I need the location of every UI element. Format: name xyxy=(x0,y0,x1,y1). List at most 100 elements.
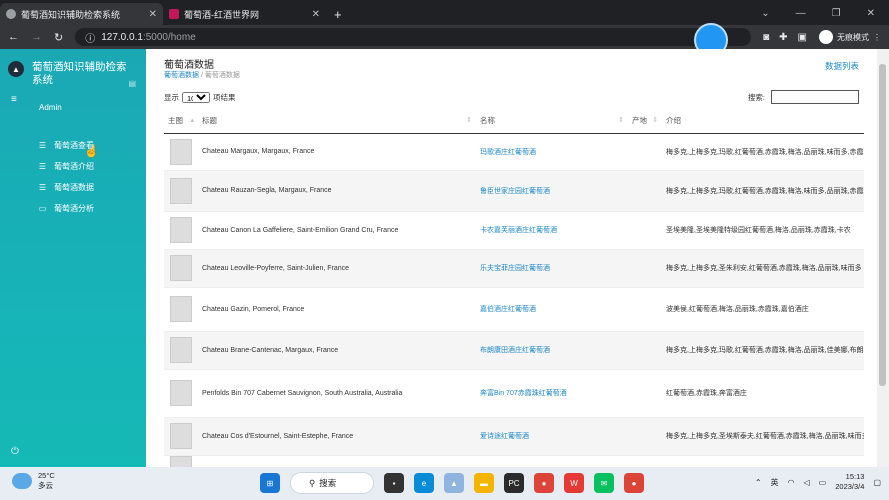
new-tab-button[interactable]: + xyxy=(334,7,342,22)
cell-intro: 圣埃美隆,圣埃美隆特级园红葡萄酒,梅洛,品丽珠,赤霞珠,卡农 xyxy=(662,211,864,250)
column-header-intro[interactable]: 介绍 xyxy=(662,109,864,134)
url-host: 127.0.0.1 xyxy=(101,31,143,43)
page-size-select[interactable]: 10 xyxy=(182,92,210,103)
table-row: Chateau Margaux, Margaux, France 玛歌酒庄红葡萄酒… xyxy=(164,133,864,171)
time: 15:13 xyxy=(845,472,865,481)
collapse-icon[interactable]: ▤ xyxy=(128,79,136,88)
cell-name-link[interactable]: 乐夫宝菲庄园红葡萄酒 xyxy=(476,249,628,288)
url-field[interactable]: ⓘ 127.0.0.1:5000/home xyxy=(75,28,752,46)
task-view-icon[interactable]: ▪ xyxy=(384,473,404,493)
browser-tab[interactable]: 葡萄酒-红酒世界网 ✕ xyxy=(163,3,326,25)
column-header-label: 介绍 xyxy=(666,116,681,126)
tab-search-icon[interactable]: ⌄ xyxy=(761,8,769,19)
chrome-incognito-icon[interactable]: ● xyxy=(624,473,644,493)
forward-icon[interactable]: → xyxy=(31,31,42,43)
cell-name-link[interactable]: 鲁臣世家庄园红葡萄酒 xyxy=(476,170,628,212)
close-window-icon[interactable]: ✕ xyxy=(867,8,875,19)
profile-button[interactable]: 无痕模式 ⋮ xyxy=(819,30,881,44)
ime-indicator[interactable]: 英 xyxy=(771,477,779,488)
cell-origin xyxy=(628,133,662,171)
wine-thumbnail[interactable] xyxy=(170,217,192,243)
table-row xyxy=(164,455,864,467)
list-icon: ☰ xyxy=(38,141,47,150)
browser-tab-active[interactable]: 葡萄酒知识辅助检索系统 ✕ xyxy=(0,3,163,25)
puzzle-icon[interactable]: ✚ xyxy=(779,32,787,43)
sort-asc-icon: ▴ xyxy=(190,117,194,124)
cell-name-link[interactable]: 奔富Bin 707赤霞珠红葡萄酒 xyxy=(476,369,628,418)
wine-thumbnail[interactable] xyxy=(170,337,192,363)
minimize-icon[interactable]: — xyxy=(796,8,806,19)
wine-thumbnail[interactable] xyxy=(170,380,192,406)
pycharm-icon[interactable]: PC xyxy=(504,473,524,493)
photos-icon[interactable]: ▲ xyxy=(444,473,464,493)
column-header-label: 产地 xyxy=(632,116,647,126)
wine-thumbnail[interactable] xyxy=(170,177,192,204)
cell-origin xyxy=(628,211,662,250)
close-tab-icon[interactable]: ✕ xyxy=(312,9,320,20)
column-header-image[interactable]: 主图 ▴ xyxy=(164,109,198,134)
show-label: 显示 xyxy=(164,93,179,102)
cell-image xyxy=(164,133,198,171)
cell-origin xyxy=(628,170,662,212)
reload-icon[interactable]: ↻ xyxy=(54,31,63,44)
column-header-name[interactable]: 名称 ⇕ xyxy=(476,109,628,134)
file-explorer-icon[interactable]: ▬ xyxy=(474,473,494,493)
scrollbar-thumb[interactable] xyxy=(879,64,886,386)
maximize-icon[interactable]: ❐ xyxy=(832,8,841,19)
back-icon[interactable]: ← xyxy=(8,31,19,43)
wine-thumbnail[interactable] xyxy=(170,423,192,449)
info-icon[interactable]: ⓘ xyxy=(85,30,95,45)
windows-start-icon[interactable]: ⊞ xyxy=(260,473,280,493)
cell-origin xyxy=(628,287,662,332)
cell-name-link[interactable] xyxy=(476,455,628,467)
close-tab-icon[interactable]: ✕ xyxy=(149,9,157,20)
wine-thumbnail[interactable] xyxy=(170,296,192,322)
column-header-origin[interactable]: 产地 ⇕ xyxy=(628,109,662,134)
cell-origin xyxy=(628,249,662,288)
menu-dots-icon[interactable]: ⋮ xyxy=(873,33,881,42)
wifi-icon[interactable]: ◠ xyxy=(788,478,795,487)
incognito-icon[interactable]: ◙ xyxy=(763,32,769,43)
sidepanel-icon[interactable]: ▣ xyxy=(798,32,807,43)
sidebar-item-wine-analysis[interactable]: ▭ 葡萄酒分析 xyxy=(38,198,94,219)
wine-thumbnail[interactable] xyxy=(170,255,192,281)
data-list-link[interactable]: 数据列表 xyxy=(825,60,859,72)
temperature: 25°C xyxy=(38,471,55,480)
cell-name-link[interactable]: 卡农嘉芙丽酒庄红葡萄酒 xyxy=(476,211,628,250)
volume-icon[interactable]: ◁ xyxy=(804,478,810,487)
chevron-up-icon[interactable]: ⌃ xyxy=(755,478,762,487)
cell-name-link[interactable]: 布朗康田酒庄红葡萄酒 xyxy=(476,331,628,370)
edge-icon[interactable]: e xyxy=(414,473,434,493)
power-icon[interactable]: ⏻ xyxy=(11,446,19,457)
cell-name-link[interactable]: 嘉伯酒庄红葡萄酒 xyxy=(476,287,628,332)
globe-icon xyxy=(6,9,16,19)
breadcrumb-link[interactable]: 葡萄酒数据 xyxy=(164,72,199,79)
cell-name-link[interactable]: 爱诗途红葡萄酒 xyxy=(476,417,628,456)
column-header-title[interactable]: 标题 ⇕ xyxy=(198,109,476,134)
wine-thumbnail[interactable] xyxy=(170,455,192,467)
sidebar: ▲ 葡萄酒知识辅助检索系统 ▤ ≡ Admin ☰ 葡萄酒查看 ☰ 葡萄酒介绍 … xyxy=(0,49,146,467)
address-toolbar: ← → ↻ ⓘ 127.0.0.1:5000/home ◙ ✚ ▣ 无痕模式 ⋮ xyxy=(0,25,889,49)
search-input[interactable] xyxy=(771,90,859,104)
taskbar-apps: ⊞ ⚲ 搜索 ▪ e ▲ ▬ PC ● W ✉ ● xyxy=(260,472,644,494)
page-title: 葡萄酒数据 xyxy=(164,60,214,71)
cell-title: Chateau Brane-Cantenac, Margaux, France xyxy=(198,331,476,370)
cell-intro xyxy=(662,455,864,467)
page-size-control: 显示 10 项结果 xyxy=(164,92,236,103)
clock[interactable]: 15:13 2023/3/4 xyxy=(835,472,864,492)
cell-title: Chateau Leoville-Poyferre, Saint-Julien,… xyxy=(198,249,476,288)
sidebar-item-wine-intro[interactable]: ☰ 葡萄酒介绍 xyxy=(38,156,94,177)
notification-icon[interactable]: ▢ xyxy=(873,478,881,487)
wechat-icon[interactable]: ✉ xyxy=(594,473,614,493)
chrome-icon[interactable]: ● xyxy=(534,473,554,493)
wps-icon[interactable]: W xyxy=(564,473,584,493)
sidebar-item-wine-data[interactable]: ☰ 葡萄酒数据 xyxy=(38,177,94,198)
cell-intro: 梅多克,上梅多克,玛歌,红葡萄酒,赤霞珠,梅洛,品丽珠,味而多,赤霞珠 xyxy=(662,133,864,171)
wine-thumbnail[interactable] xyxy=(170,138,192,165)
hamburger-icon[interactable]: ≡ xyxy=(11,94,17,105)
cell-name-link[interactable]: 玛歌酒庄红葡萄酒 xyxy=(476,133,628,171)
taskbar-search[interactable]: ⚲ 搜索 xyxy=(290,472,374,494)
cell-title xyxy=(198,455,476,467)
battery-icon[interactable]: ▭ xyxy=(819,478,827,487)
weather-widget[interactable]: 25°C 多云 xyxy=(12,471,55,491)
